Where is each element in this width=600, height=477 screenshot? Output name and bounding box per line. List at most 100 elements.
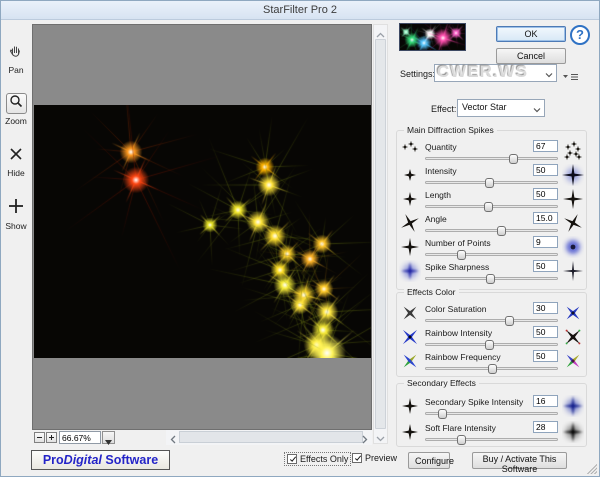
sharpness-slider[interactable]: [425, 274, 558, 284]
rainbow-intensity-slider[interactable]: [425, 340, 558, 350]
points-high-icon: [562, 236, 584, 258]
checkbox-checked-icon: [287, 454, 297, 464]
quantity-row: Quantity: [397, 140, 586, 164]
zoom-dropdown-button[interactable]: [102, 431, 115, 444]
rainbow-frequency-low-icon: [399, 350, 421, 372]
horizontal-scroll-thumb[interactable]: [179, 431, 363, 443]
length-label: Length: [425, 188, 451, 201]
intensity-slider[interactable]: [425, 178, 558, 188]
sharpness-low-icon: [399, 260, 421, 282]
zoom-out-button[interactable]: [34, 432, 45, 443]
angle-input[interactable]: [533, 212, 558, 224]
rainbow-frequency-slider[interactable]: [425, 364, 558, 374]
starfilter-window: StarFilter Pro 2 Pan Zoom Hide Show: [0, 0, 600, 477]
angle-high-icon: [562, 212, 584, 234]
help-button[interactable]: ?: [570, 25, 590, 45]
intensity-high-icon: [562, 164, 584, 186]
vertical-scroll-thumb[interactable]: [375, 39, 386, 429]
length-row: Length: [397, 188, 586, 212]
points-slider[interactable]: [425, 250, 558, 260]
zoom-level-input[interactable]: [59, 431, 101, 444]
scroll-right-icon[interactable]: [359, 431, 371, 444]
chevron-down-icon: [545, 70, 553, 80]
secondary-spike-row: Secondary Spike Intensity: [397, 393, 586, 419]
plus-icon: [49, 435, 54, 440]
saturation-low-icon: [399, 302, 421, 324]
horizontal-scrollbar[interactable]: [166, 430, 372, 445]
slider-thumb[interactable]: [484, 202, 493, 212]
question-mark-icon: ?: [576, 27, 584, 42]
scroll-left-icon[interactable]: [167, 431, 179, 444]
slider-thumb[interactable]: [488, 364, 497, 374]
effects-only-label: Effects Only: [300, 454, 348, 464]
rainbow-intensity-high-icon: [562, 326, 584, 348]
preview-checkbox[interactable]: Preview: [352, 453, 397, 463]
show-tool[interactable]: Show: [1, 198, 31, 231]
quantity-slider[interactable]: [425, 154, 558, 164]
effects-only-checkbox[interactable]: Effects Only: [285, 453, 350, 465]
quantity-low-icon: [399, 140, 421, 162]
cancel-button[interactable]: Cancel: [496, 48, 566, 64]
slider-thumb[interactable]: [485, 178, 494, 188]
slider-thumb[interactable]: [497, 226, 506, 236]
length-high-icon: [562, 188, 584, 210]
pan-tool[interactable]: Pan: [1, 42, 31, 75]
resize-grip[interactable]: [585, 462, 597, 474]
zoom-label: Zoom: [1, 116, 31, 126]
soft-flare-row: Soft Flare Intensity: [397, 419, 586, 445]
zoom-in-button[interactable]: [46, 432, 57, 443]
quantity-high-icon: [562, 140, 584, 162]
length-input[interactable]: [533, 188, 558, 200]
chevron-down-icon: [105, 440, 112, 445]
logo-text2: Software: [105, 453, 158, 467]
saturation-slider[interactable]: [425, 316, 558, 326]
saturation-input[interactable]: [533, 302, 558, 314]
x-icon: [9, 147, 23, 161]
angle-slider[interactable]: [425, 226, 558, 236]
slider-thumb[interactable]: [509, 154, 518, 164]
hide-tool[interactable]: Hide: [1, 147, 31, 178]
slider-thumb[interactable]: [485, 340, 494, 350]
secondary-spike-low-icon: [399, 395, 421, 417]
effect-dropdown[interactable]: Vector Star: [457, 99, 545, 117]
preview-viewport[interactable]: [32, 24, 372, 430]
settings-dropdown[interactable]: [434, 64, 557, 82]
intensity-input[interactable]: [533, 164, 558, 176]
buy-activate-button[interactable]: Buy / Activate This Software: [472, 452, 567, 469]
sharpness-high-icon: [562, 260, 584, 282]
effects-color-group: Effects Color Color Saturation Rainbow I…: [396, 292, 587, 377]
logo-text: Pro: [43, 453, 64, 467]
settings-menu-button[interactable]: [563, 69, 579, 79]
zoom-tool[interactable]: Zoom: [1, 93, 31, 126]
soft-flare-slider[interactable]: [425, 435, 558, 445]
rainbow-frequency-label: Rainbow Frequency: [425, 350, 501, 363]
rainbow-frequency-input[interactable]: [533, 350, 558, 362]
rainbow-frequency-high-icon: [562, 350, 584, 372]
points-input[interactable]: [533, 236, 558, 248]
scroll-up-icon[interactable]: [374, 26, 387, 39]
scroll-down-icon[interactable]: [374, 429, 387, 442]
secondary-spike-slider[interactable]: [425, 409, 558, 419]
rainbow-intensity-input[interactable]: [533, 326, 558, 338]
chevron-down-icon: [533, 105, 541, 115]
sharpness-input[interactable]: [533, 260, 558, 272]
soft-flare-label: Soft Flare Intensity: [425, 421, 496, 434]
ok-button[interactable]: OK: [496, 26, 566, 42]
saturation-high-icon: [562, 302, 584, 324]
sharpness-label: Spike Sharpness: [425, 260, 489, 273]
settings-label: Settings:: [400, 69, 435, 79]
slider-thumb[interactable]: [457, 435, 466, 445]
effect-value: Vector Star: [462, 102, 507, 112]
soft-flare-input[interactable]: [533, 421, 558, 433]
configure-button[interactable]: Configure: [408, 452, 450, 469]
quantity-input[interactable]: [533, 140, 558, 152]
secondary-spike-input[interactable]: [533, 395, 558, 407]
slider-thumb[interactable]: [486, 274, 495, 284]
vertical-scrollbar[interactable]: [373, 24, 388, 444]
slider-thumb[interactable]: [457, 250, 466, 260]
slider-thumb[interactable]: [505, 316, 514, 326]
length-slider[interactable]: [425, 202, 558, 212]
hand-icon: [8, 42, 24, 58]
soft-flare-high-icon: [562, 421, 584, 443]
slider-thumb[interactable]: [438, 409, 447, 419]
